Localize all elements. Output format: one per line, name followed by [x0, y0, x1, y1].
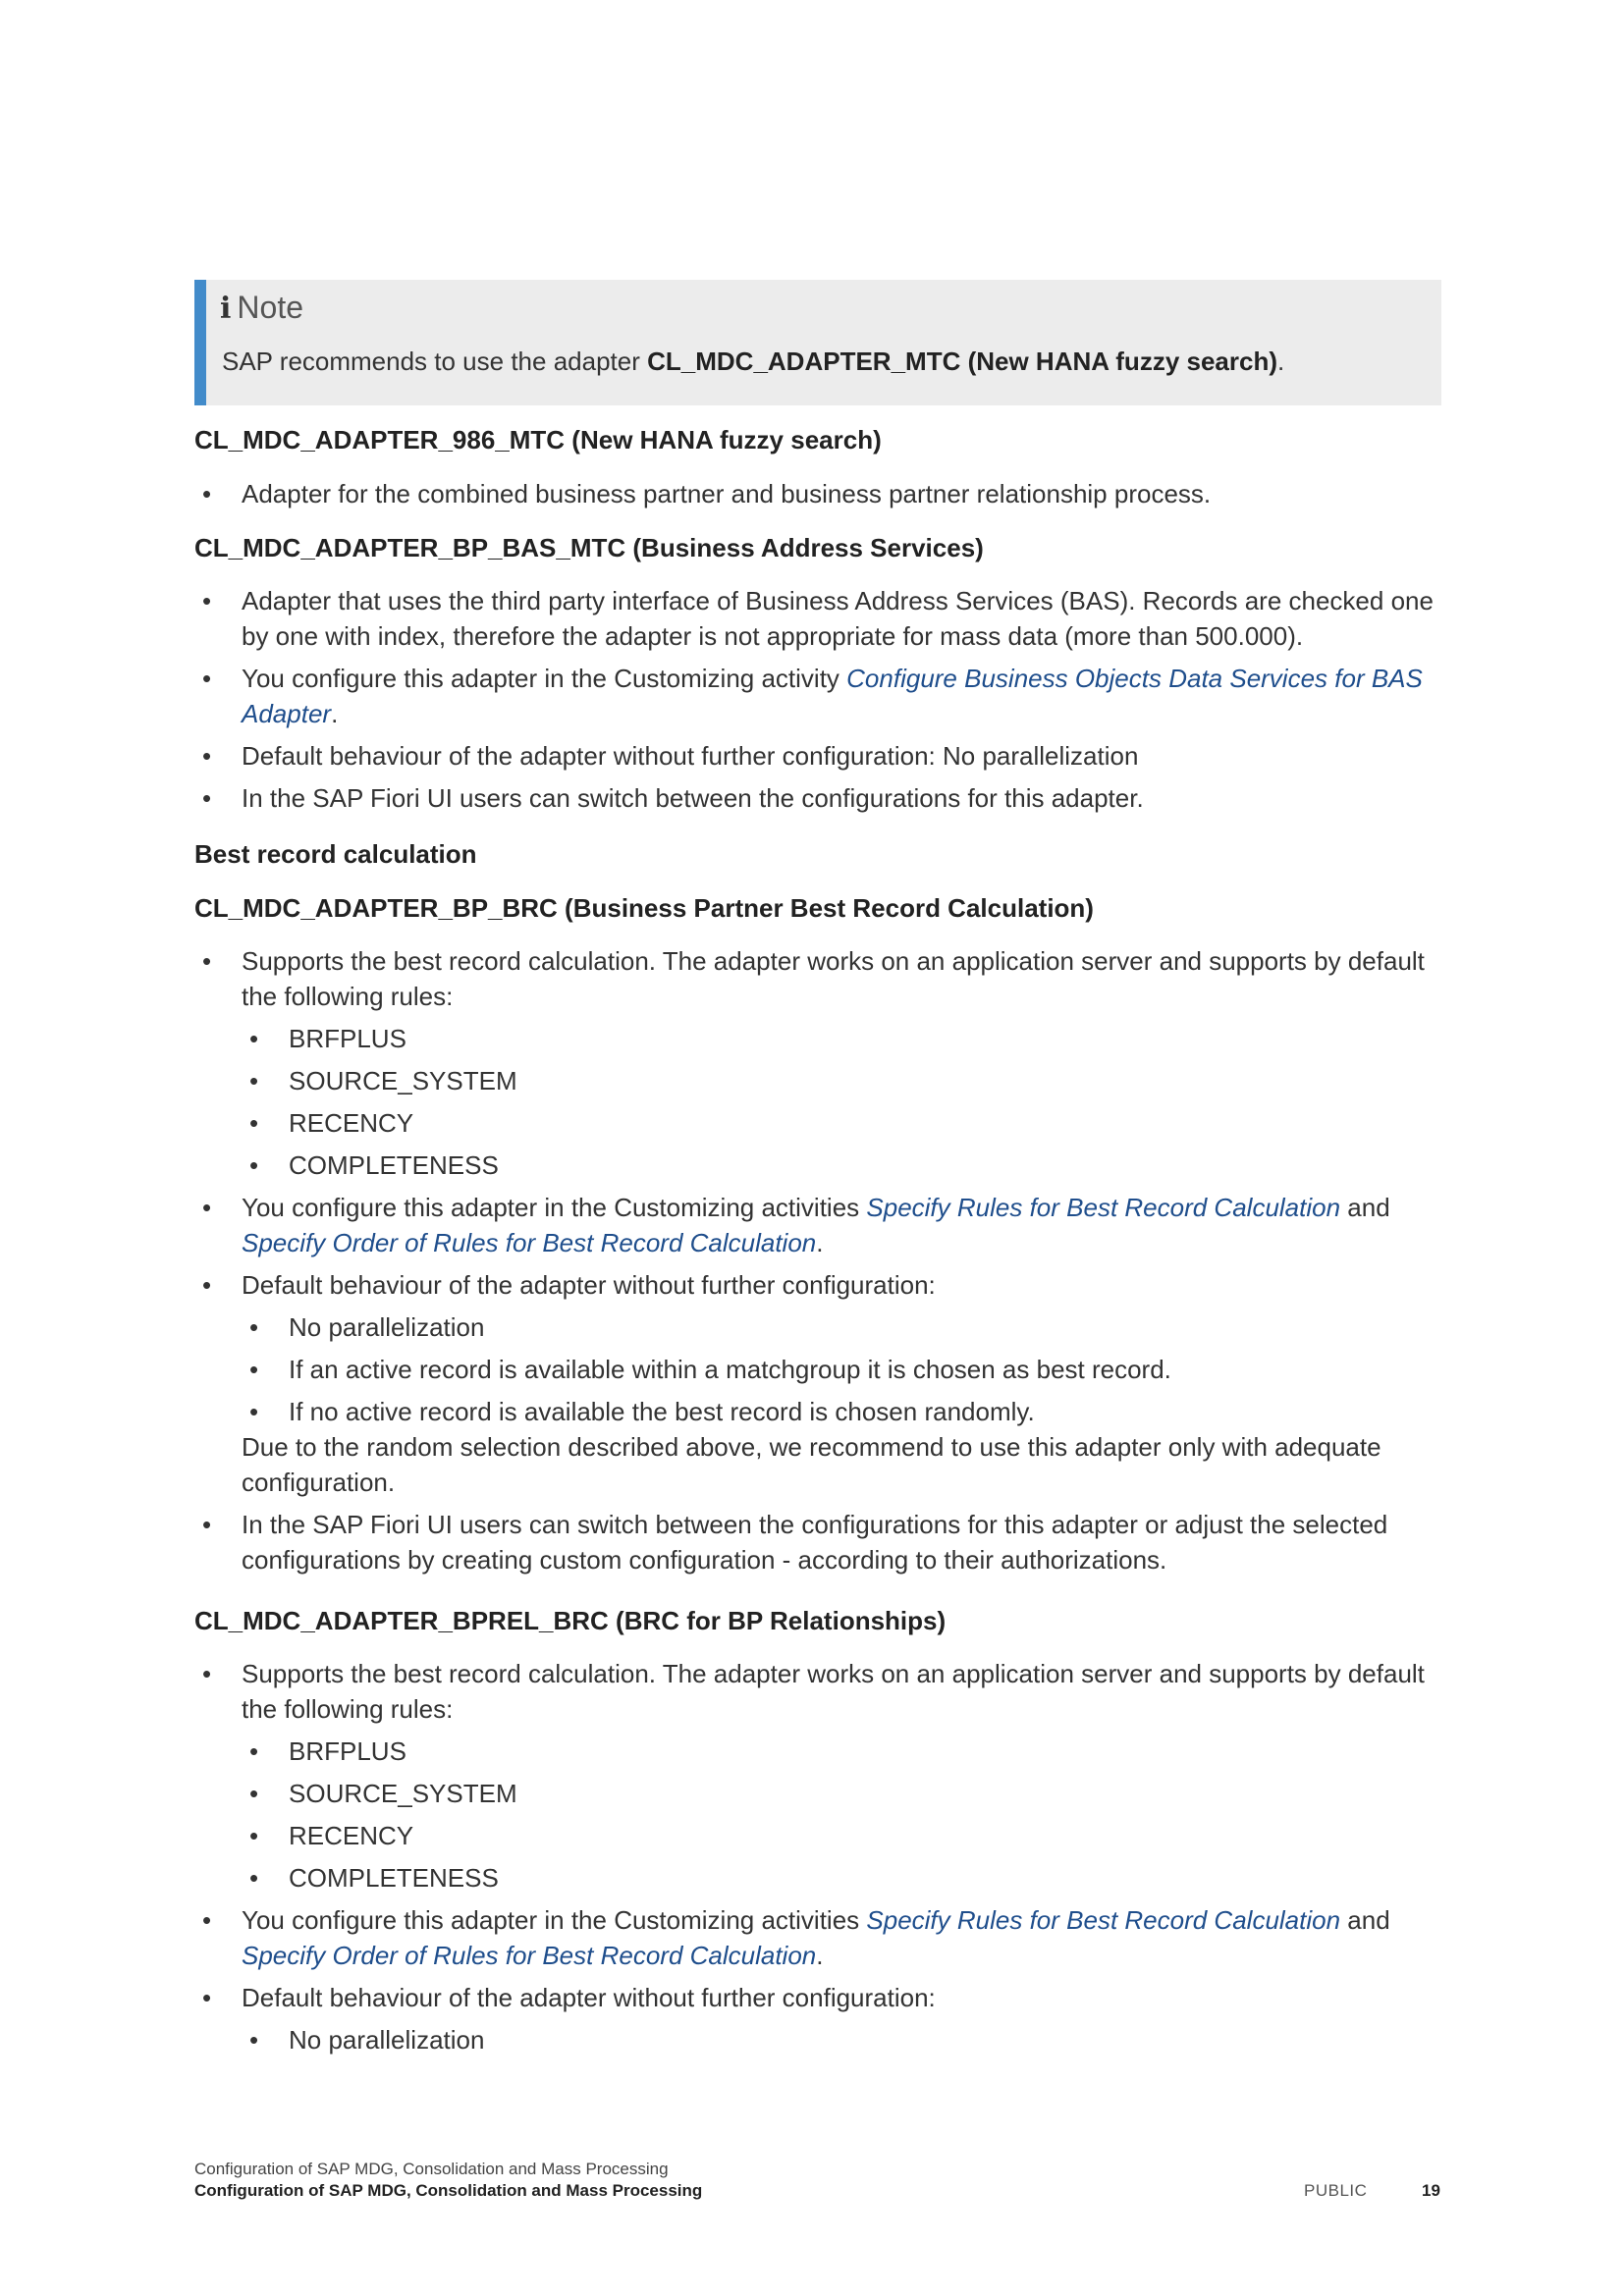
list-item: You configure this adapter in the Custom…	[194, 1902, 1441, 1973]
list-item: Adapter for the combined business partne…	[194, 476, 1441, 511]
list-item: Adapter that uses the third party interf…	[194, 583, 1441, 654]
note-adapter-name: CL_MDC_ADAPTER_MTC (New HANA fuzzy searc…	[647, 347, 1277, 376]
list-item-continuation: Due to the random selection described ab…	[242, 1432, 1381, 1497]
note-text: SAP recommends to use the adapter CL_MDC…	[222, 347, 1285, 376]
link-specify-rules[interactable]: Specify Rules for Best Record Calculatio…	[866, 1193, 1340, 1222]
list-item: Supports the best record calculation. Th…	[194, 943, 1441, 1014]
list-item: You configure this adapter in the Custom…	[194, 1190, 1441, 1260]
list-986-mtc: Adapter for the combined business partne…	[194, 476, 1441, 518]
list-bp-bas-mtc: Adapter that uses the third party interf…	[194, 583, 1441, 823]
footer-document-title: Configuration of SAP MDG, Consolidation …	[194, 2160, 669, 2178]
rule-item: COMPLETENESS	[194, 1860, 1441, 1896]
rule-item: SOURCE_SYSTEM	[194, 1776, 1441, 1811]
list-item: Supports the best record calculation. Th…	[194, 1656, 1441, 1727]
footer-chapter-title: Configuration of SAP MDG, Consolidation …	[194, 2181, 703, 2200]
note-header: i Note	[220, 290, 303, 326]
section-heading-bp-bas-mtc: CL_MDC_ADAPTER_BP_BAS_MTC (Business Addr…	[194, 533, 984, 562]
note-box: i Note SAP recommends to use the adapter…	[194, 280, 1441, 405]
link-specify-order-of-rules[interactable]: Specify Order of Rules for Best Record C…	[242, 1228, 816, 1257]
footer-classification: PUBLIC	[1304, 2181, 1368, 2200]
list-item: In the SAP Fiori UI users can switch bet…	[194, 1507, 1441, 1577]
list-item: Default behaviour of the adapter without…	[194, 738, 1441, 774]
list-bprel-brc: Supports the best record calculation. Th…	[194, 1656, 1441, 2064]
rule-item: RECENCY	[194, 1105, 1441, 1141]
section-heading-bp-brc: CL_MDC_ADAPTER_BP_BRC (Business Partner …	[194, 893, 1094, 923]
heading-best-record-calculation: Best record calculation	[194, 839, 477, 869]
rule-item: BRFPLUS	[194, 1021, 1441, 1056]
rule-item: COMPLETENESS	[194, 1148, 1441, 1183]
link-specify-order-of-rules[interactable]: Specify Order of Rules for Best Record C…	[242, 1941, 816, 1970]
list-item: You configure this adapter in the Custom…	[194, 661, 1441, 731]
rule-item: BRFPLUS	[194, 1734, 1441, 1769]
info-icon: i	[220, 292, 232, 326]
note-title: Note	[237, 290, 303, 325]
link-specify-rules[interactable]: Specify Rules for Best Record Calculatio…	[866, 1905, 1340, 1935]
list-bp-brc: Supports the best record calculation. Th…	[194, 943, 1441, 1584]
list-item: In the SAP Fiori UI users can switch bet…	[194, 780, 1441, 816]
list-item: Default behaviour of the adapter without…	[194, 1267, 1441, 1303]
default-item: If no active record is available the bes…	[194, 1394, 1441, 1429]
section-heading-bprel-brc: CL_MDC_ADAPTER_BPREL_BRC (BRC for BP Rel…	[194, 1606, 947, 1635]
rule-item: RECENCY	[194, 1818, 1441, 1853]
rule-item: SOURCE_SYSTEM	[194, 1063, 1441, 1098]
default-item: No parallelization	[194, 1309, 1441, 1345]
default-item: No parallelization	[194, 2022, 1441, 2057]
section-heading-986-mtc: CL_MDC_ADAPTER_986_MTC (New HANA fuzzy s…	[194, 425, 882, 454]
default-item: If an active record is available within …	[194, 1352, 1441, 1387]
page-number: 19	[1422, 2181, 1440, 2200]
list-item: Default behaviour of the adapter without…	[194, 1980, 1441, 2015]
